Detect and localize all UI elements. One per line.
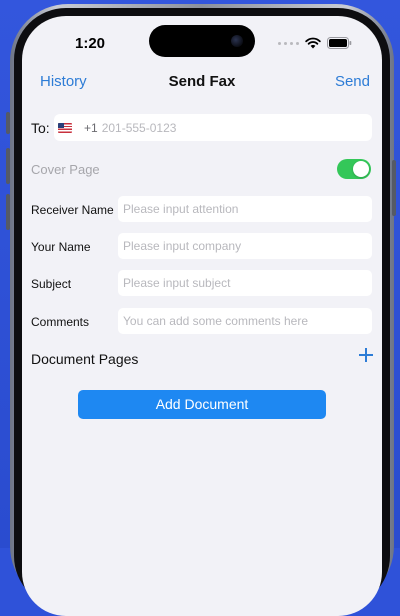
subject-label: Subject <box>31 277 72 291</box>
dynamic-island <box>149 25 255 57</box>
screen: 1:20 History Send Fax Send To: +1 201-55… <box>22 16 382 616</box>
to-label: To: <box>31 120 50 136</box>
status-icons <box>278 36 352 50</box>
receiver-name-input[interactable]: Please input attention <box>118 196 372 222</box>
document-pages-label: Document Pages <box>31 351 139 367</box>
comments-input[interactable]: You can add some comments here <box>118 308 372 334</box>
flag-us-icon[interactable] <box>58 122 72 133</box>
page-title: Send Fax <box>168 73 236 90</box>
toggle-knob <box>353 161 369 177</box>
fax-number-field[interactable]: +1 201-555-0123 <box>54 114 372 141</box>
add-document-button[interactable]: Add Document <box>78 390 326 419</box>
battery-icon <box>327 37 352 49</box>
fax-number-input[interactable]: 201-555-0123 <box>102 121 177 135</box>
subject-input[interactable]: Please input subject <box>118 270 372 296</box>
wifi-icon <box>305 37 321 49</box>
camera-icon <box>231 35 243 47</box>
cover-page-label: Cover Page <box>31 162 100 177</box>
send-button[interactable]: Send <box>335 73 370 90</box>
volume-up-button <box>6 148 10 184</box>
signal-dots-icon <box>278 41 299 45</box>
plus-icon[interactable] <box>359 348 373 362</box>
action-button <box>6 112 10 134</box>
receiver-name-label: Receiver Name <box>31 203 114 217</box>
your-name-input[interactable]: Please input company <box>118 233 372 259</box>
cover-page-toggle[interactable] <box>337 159 371 179</box>
volume-down-button <box>6 194 10 230</box>
status-time: 1:20 <box>75 35 106 52</box>
your-name-label: Your Name <box>31 240 91 254</box>
comments-label: Comments <box>31 315 90 329</box>
country-code[interactable]: +1 <box>84 121 98 135</box>
power-button <box>392 160 396 216</box>
